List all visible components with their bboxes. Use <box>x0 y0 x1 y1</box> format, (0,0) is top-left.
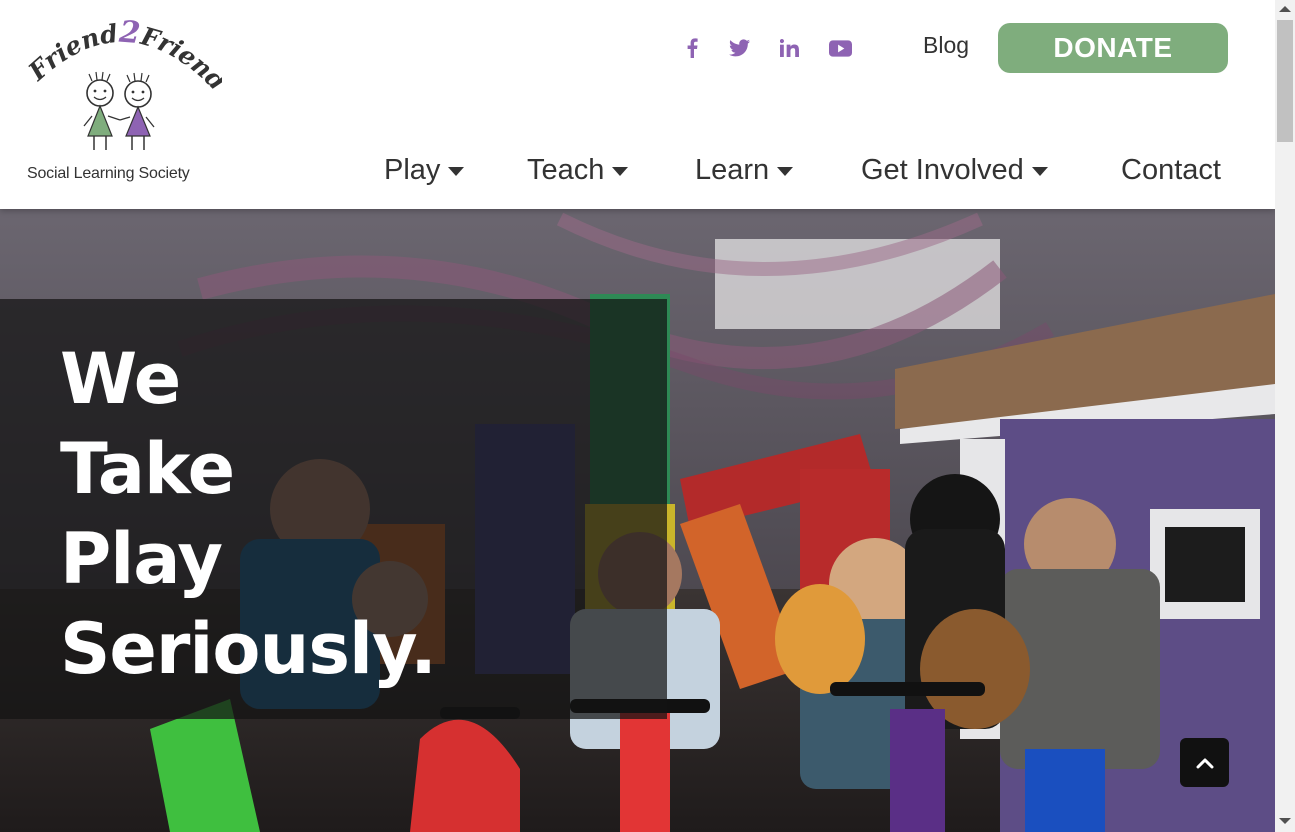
youtube-icon[interactable] <box>828 36 852 60</box>
nav-label-play: Play <box>384 154 441 186</box>
hero-title-line: Take <box>60 428 235 510</box>
blog-link[interactable]: Blog <box>923 32 969 59</box>
logo-word-friend-2: Friend <box>137 21 222 96</box>
facebook-icon[interactable] <box>680 36 704 60</box>
chevron-up-icon <box>1196 758 1213 768</box>
page-scrollbar[interactable] <box>1275 0 1295 832</box>
scroll-up-arrow-icon[interactable] <box>1279 6 1291 12</box>
nav-label-get-involved: Get Involved <box>861 154 1024 186</box>
logo-number-2: 2 <box>117 18 142 51</box>
nav-item-get-involved[interactable]: Get Involved <box>861 154 1048 187</box>
nav-item-teach[interactable]: Teach <box>527 154 629 187</box>
nav-label-contact: Contact <box>1121 154 1221 186</box>
nav-label-teach: Teach <box>527 154 605 186</box>
chevron-down-icon <box>1031 167 1048 176</box>
hero-title-line: We <box>60 338 181 420</box>
nav-item-contact[interactable]: Contact <box>1121 154 1221 187</box>
hero-title-line: Seriously. <box>60 608 437 690</box>
nav-item-learn[interactable]: Learn <box>695 154 794 187</box>
friend2friend-logo[interactable]: Friend2Friend Social Learning Society <box>22 18 222 190</box>
logo-subtitle: Social Learning Society <box>27 165 190 182</box>
linkedin-icon[interactable] <box>777 36 801 60</box>
nav-label-learn: Learn <box>695 154 770 186</box>
scrollbar-thumb[interactable] <box>1277 20 1293 142</box>
site-header: Friend2Friend Social Learning Society <box>0 0 1275 209</box>
chevron-down-icon <box>448 167 465 176</box>
chevron-down-icon <box>612 167 629 176</box>
chevron-down-icon <box>777 167 794 176</box>
hero-title-line: Play <box>60 518 223 600</box>
scroll-down-arrow-icon[interactable] <box>1279 818 1291 824</box>
back-to-top-button[interactable] <box>1180 738 1229 787</box>
svg-text:Friend2Friend: Friend2Friend <box>22 18 222 96</box>
logo-word-friend-1: Friend <box>22 19 119 87</box>
donate-button[interactable]: DONATE <box>998 23 1228 73</box>
logo-graphic: Friend2Friend <box>22 18 222 150</box>
twitter-icon[interactable] <box>727 36 751 60</box>
nav-item-play[interactable]: Play <box>384 154 465 187</box>
hero-banner: We Take Play Seriously. <box>0 209 1275 832</box>
hero-title: We Take Play Seriously. <box>60 334 437 694</box>
